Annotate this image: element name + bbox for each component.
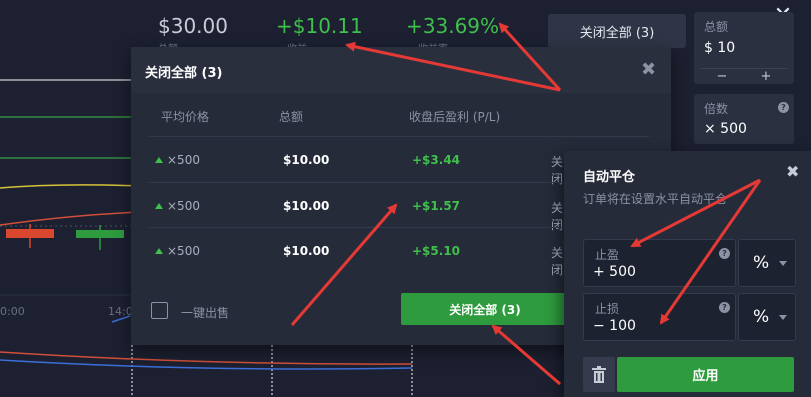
amount-value[interactable]: $ 10 [704, 40, 735, 56]
close-all-button[interactable]: 关闭全部 (3) [401, 293, 569, 325]
up-arrow-icon [155, 203, 163, 209]
close-icon[interactable]: ✖ [786, 162, 799, 181]
row-close-button[interactable]: 关闭 [551, 244, 565, 278]
plus-button[interactable]: + [744, 68, 788, 84]
help-icon[interactable]: ? [719, 302, 730, 313]
stop-loss-label: 止损 [595, 302, 620, 316]
profit-percent: +33.69% [406, 14, 500, 38]
multiplier-value[interactable]: × 500 [704, 121, 747, 137]
auto-close-title: 自动平仓 [583, 170, 636, 185]
take-profit-unit-select[interactable]: % [738, 239, 796, 287]
pl-cell: +$1.57 [412, 199, 461, 213]
unit-label: % [753, 253, 770, 273]
amount-cell: $10.00 [283, 153, 330, 167]
pl-cell: +$3.44 [412, 153, 461, 167]
total-amount: $30.00 [158, 14, 228, 38]
help-icon[interactable]: ? [778, 102, 789, 113]
take-profit-field[interactable]: 止盈 ? + 500 [583, 239, 736, 287]
one-click-label: 一键出售 [181, 306, 230, 320]
close-icon[interactable]: ✖ [641, 59, 656, 80]
chevron-down-icon [779, 261, 787, 266]
apply-button[interactable]: 应用 [617, 357, 794, 392]
trading-screen: $30.00 +$10.11 +33.69% 总额 收益 收益率 关闭全部 (3… [0, 0, 811, 397]
amount-field[interactable]: 总额 $ 10 − + [694, 12, 794, 84]
stop-loss-unit-select[interactable]: % [738, 293, 796, 341]
unit-label: % [753, 307, 770, 327]
chevron-down-icon [779, 315, 787, 320]
multiplier-label: 倍数 [704, 102, 729, 116]
total-profit: +$10.11 [276, 14, 363, 38]
close-all-top-button[interactable]: 关闭全部 (3) [548, 14, 686, 48]
multiplier-cell: ×500 [155, 153, 200, 167]
time-tick-left: 0:00 [0, 305, 25, 318]
up-arrow-icon [155, 248, 163, 254]
amount-cell: $10.00 [283, 199, 330, 213]
col-pl: 收盘后盈利 (P/L) [409, 110, 501, 124]
amount-label: 总额 [704, 20, 729, 34]
help-icon[interactable]: ? [719, 248, 730, 259]
auto-close-panel: 自动平仓 订单将在设置水平自动平仓 ✖ 止盈 ? + 500 % 止损 ? − … [564, 151, 811, 397]
auto-close-subtitle: 订单将在设置水平自动平仓 [583, 192, 728, 206]
stop-loss-value[interactable]: − 100 [593, 318, 636, 334]
trash-icon [592, 366, 606, 383]
multiplier-field[interactable]: 倍数 ? × 500 [694, 94, 794, 144]
modal-title: 关闭全部 (3) [145, 66, 223, 81]
amount-cell: $10.00 [283, 244, 330, 258]
stop-loss-field[interactable]: 止损 ? − 100 [583, 293, 736, 341]
delete-button[interactable] [583, 357, 615, 392]
amount-stepper: − + [700, 68, 788, 84]
take-profit-label: 止盈 [595, 248, 620, 262]
col-amount: 总额 [279, 110, 304, 124]
take-profit-value[interactable]: + 500 [593, 264, 636, 280]
modal-header: 关闭全部 (3) ✖ [131, 47, 671, 93]
minus-button[interactable]: − [700, 68, 744, 84]
multiplier-cell: ×500 [155, 244, 200, 258]
col-avg-price: 平均价格 [161, 110, 210, 124]
pl-cell: +$5.10 [412, 244, 461, 258]
one-click-checkbox[interactable] [151, 302, 168, 319]
multiplier-cell: ×500 [155, 199, 200, 213]
up-arrow-icon [155, 157, 163, 163]
time-tick-right: 14:0 [108, 305, 133, 318]
